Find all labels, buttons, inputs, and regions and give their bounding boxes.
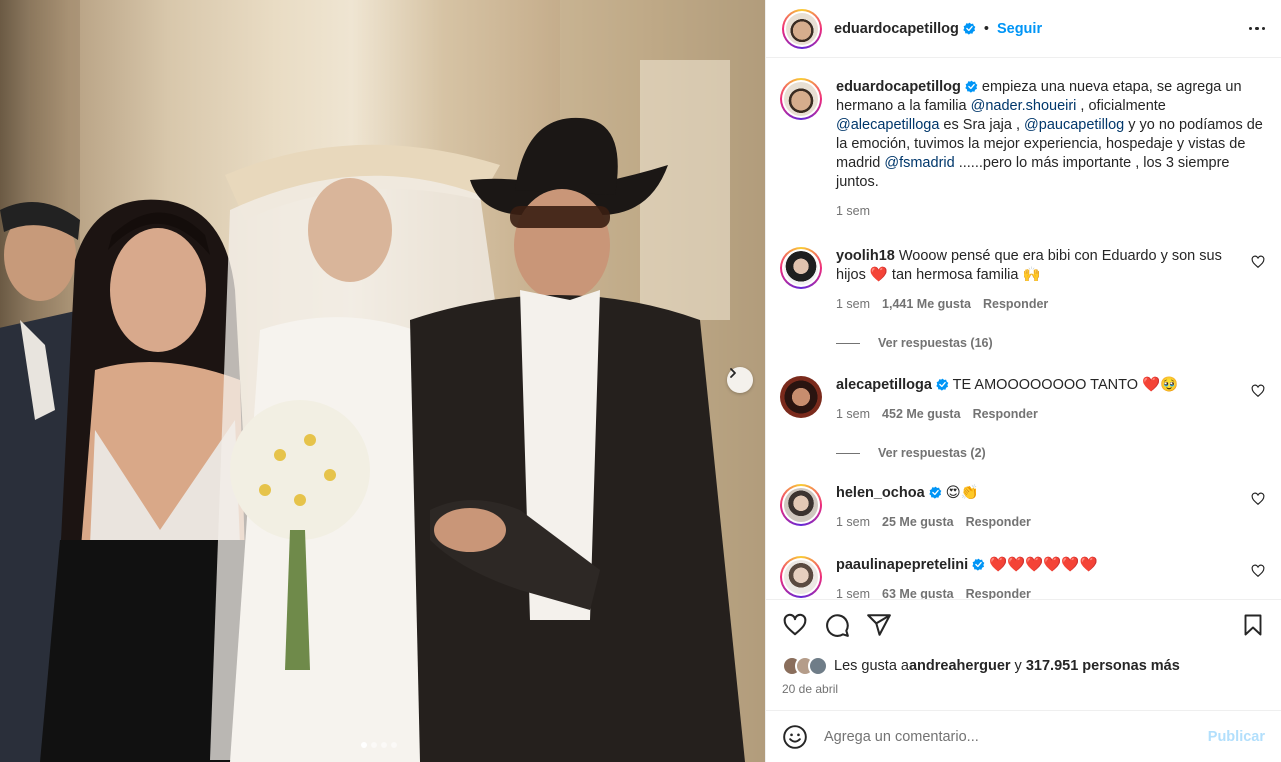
verified-badge-icon bbox=[963, 22, 976, 35]
comment-body: helen_ochoa 😍👏 1 sem 25 Me gusta Respond… bbox=[836, 484, 1243, 532]
comment-text: ❤️❤️❤️❤️❤️❤️ bbox=[985, 557, 1098, 573]
comment-time[interactable]: 1 sem bbox=[836, 585, 870, 599]
carousel-dot bbox=[381, 742, 387, 748]
likes-prefix: Les gusta a bbox=[834, 658, 909, 674]
commenter-username[interactable]: paaulinapepretelini bbox=[836, 557, 968, 573]
comment-time[interactable]: 1 sem bbox=[836, 295, 870, 314]
caption-text-part: es Sra jaja , bbox=[939, 117, 1025, 133]
post-actions: Les gusta a andreaherguer y 317.951 pers… bbox=[766, 599, 1281, 696]
comment-likes[interactable]: 63 Me gusta bbox=[882, 585, 954, 599]
comment-meta: 1 sem 452 Me gusta Responder bbox=[836, 405, 1243, 424]
view-replies-button[interactable]: Ver respuestas (16) bbox=[836, 336, 1265, 350]
mention-link[interactable]: @nader.shoueiri bbox=[971, 98, 1077, 114]
likes-count[interactable]: 317.951 personas más bbox=[1026, 658, 1180, 674]
separator-dot: • bbox=[983, 20, 989, 37]
verified-badge-icon bbox=[965, 80, 978, 93]
like-comment-heart-icon[interactable] bbox=[1251, 492, 1265, 506]
mention-link[interactable]: @alecapetilloga bbox=[836, 117, 939, 133]
comment-meta: 1 sem 25 Me gusta Responder bbox=[836, 513, 1243, 532]
bookmark-icon[interactable] bbox=[1241, 613, 1265, 637]
share-icon[interactable] bbox=[866, 612, 892, 638]
comment-time[interactable]: 1 sem bbox=[836, 405, 870, 424]
mention-link[interactable]: @fsmadrid bbox=[884, 155, 954, 171]
view-replies-label: Ver respuestas (2) bbox=[878, 446, 986, 460]
mention-link[interactable]: @paucapetillog bbox=[1024, 117, 1124, 133]
more-options-icon[interactable] bbox=[1248, 21, 1265, 37]
verified-badge-icon bbox=[928, 486, 941, 499]
comment-text: TE AMOOOOOOOO TANTO ❤️🥹 bbox=[948, 377, 1179, 393]
view-replies-button[interactable]: Ver respuestas (2) bbox=[836, 446, 1265, 460]
commenter-avatar[interactable] bbox=[780, 556, 822, 598]
heart-icon[interactable] bbox=[782, 612, 808, 638]
next-photo-button[interactable] bbox=[727, 367, 753, 393]
commenter-avatar[interactable] bbox=[780, 247, 822, 289]
reply-button[interactable]: Responder bbox=[983, 295, 1048, 314]
caption-text: eduardocapetillog empieza una nueva etap… bbox=[836, 78, 1265, 192]
comment-item: yoolih18 Wooow pensé que era bibi con Ed… bbox=[780, 247, 1265, 314]
publish-button[interactable]: Publicar bbox=[1208, 729, 1265, 745]
like-comment-heart-icon[interactable] bbox=[1251, 255, 1265, 269]
comment-body: alecapetilloga TE AMOOOOOOOO TANTO ❤️🥹 1… bbox=[836, 376, 1243, 424]
follow-button[interactable]: Seguir bbox=[997, 21, 1042, 37]
caption-username[interactable]: eduardocapetillog bbox=[836, 79, 961, 95]
liker-avatars[interactable] bbox=[782, 656, 828, 676]
post-photo[interactable] bbox=[0, 0, 765, 762]
smiley-icon[interactable] bbox=[782, 724, 808, 750]
action-icons bbox=[782, 612, 1265, 638]
reply-button[interactable]: Responder bbox=[966, 585, 1031, 599]
reply-button[interactable]: Responder bbox=[973, 405, 1038, 424]
comment-composer: Publicar bbox=[766, 710, 1281, 762]
comments-list: eduardocapetillog empieza una nueva etap… bbox=[766, 58, 1281, 599]
comment-time[interactable]: 1 sem bbox=[836, 513, 870, 532]
caption: eduardocapetillog empieza una nueva etap… bbox=[780, 78, 1265, 221]
comment-likes[interactable]: 25 Me gusta bbox=[882, 513, 954, 532]
post-header: eduardocapetillog • Seguir bbox=[766, 0, 1281, 58]
caption-body: eduardocapetillog empieza una nueva etap… bbox=[836, 78, 1265, 221]
comment-body: paaulinapepretelini ❤️❤️❤️❤️❤️❤️ 1 sem 6… bbox=[836, 556, 1243, 599]
carousel-dot bbox=[391, 742, 397, 748]
carousel-dot bbox=[361, 742, 367, 748]
author-username[interactable]: eduardocapetillog bbox=[834, 21, 959, 37]
caption-time[interactable]: 1 sem bbox=[836, 202, 870, 221]
verified-badge-icon bbox=[972, 558, 985, 571]
comment-item: helen_ochoa 😍👏 1 sem 25 Me gusta Respond… bbox=[780, 484, 1265, 532]
carousel-dot bbox=[371, 742, 377, 748]
like-comment-heart-icon[interactable] bbox=[1251, 564, 1265, 578]
comment-text: 😍👏 bbox=[941, 485, 979, 501]
caption-text-part: , oficialmente bbox=[1076, 98, 1166, 114]
author-avatar[interactable] bbox=[782, 8, 822, 49]
reply-button[interactable]: Responder bbox=[966, 513, 1031, 532]
caption-meta: 1 sem bbox=[836, 202, 1265, 221]
post-side-panel: eduardocapetillog • Seguir eduardocapeti… bbox=[765, 0, 1281, 762]
comment-meta: 1 sem 63 Me gusta Responder bbox=[836, 585, 1243, 599]
comment-item: paaulinapepretelini ❤️❤️❤️❤️❤️❤️ 1 sem 6… bbox=[780, 556, 1265, 599]
comment-body: yoolih18 Wooow pensé que era bibi con Ed… bbox=[836, 247, 1243, 314]
commenter-avatar[interactable] bbox=[780, 376, 822, 418]
comment-icon[interactable] bbox=[824, 612, 850, 638]
likes-summary: Les gusta a andreaherguer y 317.951 pers… bbox=[782, 656, 1265, 676]
comment-item: alecapetilloga TE AMOOOOOOOO TANTO ❤️🥹 1… bbox=[780, 376, 1265, 424]
comment-likes[interactable]: 452 Me gusta bbox=[882, 405, 961, 424]
post-date[interactable]: 20 de abril bbox=[782, 682, 1265, 696]
comment-input[interactable] bbox=[824, 728, 1208, 745]
like-comment-heart-icon[interactable] bbox=[1251, 384, 1265, 398]
caption-avatar[interactable] bbox=[780, 78, 822, 120]
chevron-right-icon bbox=[730, 368, 736, 378]
comment-meta: 1 sem 1,441 Me gusta Responder bbox=[836, 295, 1243, 314]
commenter-username[interactable]: yoolih18 bbox=[836, 248, 895, 264]
commenter-username[interactable]: alecapetilloga bbox=[836, 377, 932, 393]
view-replies-label: Ver respuestas (16) bbox=[878, 336, 993, 350]
comment-text: Wooow pensé que era bibi con Eduardo y s… bbox=[836, 248, 1222, 283]
comment-likes[interactable]: 1,441 Me gusta bbox=[882, 295, 971, 314]
verified-badge-icon bbox=[936, 378, 949, 391]
commenter-username[interactable]: helen_ochoa bbox=[836, 485, 925, 501]
carousel-indicator bbox=[361, 742, 397, 748]
photo-illustration bbox=[0, 0, 765, 762]
likes-mid: y bbox=[1010, 658, 1026, 674]
likes-user[interactable]: andreaherguer bbox=[909, 658, 1011, 674]
commenter-avatar[interactable] bbox=[780, 484, 822, 526]
